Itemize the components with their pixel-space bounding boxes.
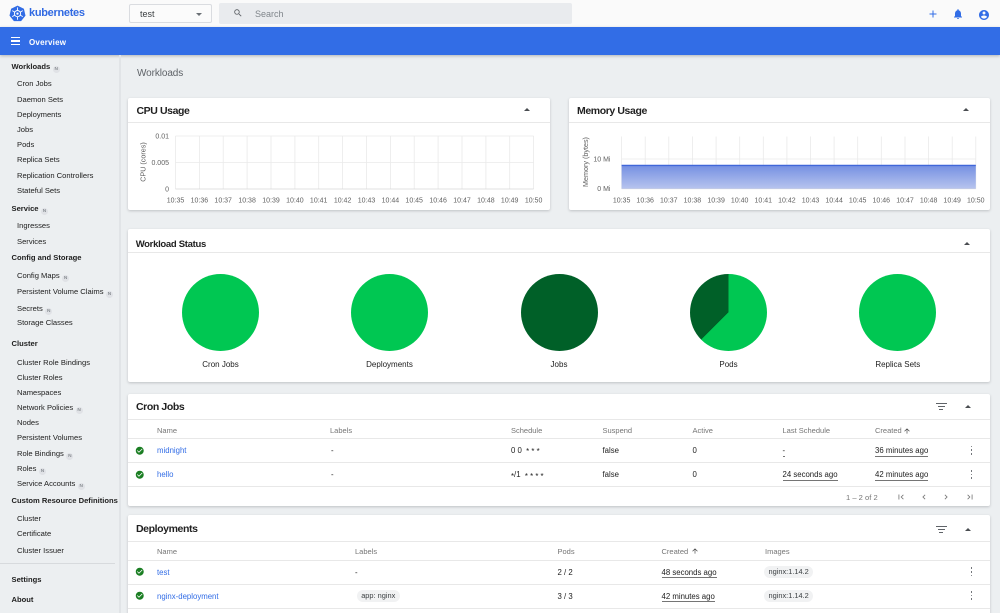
svg-text:10:37: 10:37	[660, 198, 678, 205]
svg-text:10:39: 10:39	[707, 198, 725, 205]
svg-text:10:43: 10:43	[802, 198, 820, 205]
svg-text:10:40: 10:40	[731, 198, 749, 205]
svg-text:10:47: 10:47	[896, 198, 914, 205]
svg-text:10:42: 10:42	[778, 198, 796, 205]
svg-text:10:38: 10:38	[684, 198, 702, 205]
svg-text:0 Mi: 0 Mi	[597, 186, 611, 193]
svg-text:10:50: 10:50	[967, 198, 985, 205]
svg-text:10:45: 10:45	[849, 198, 867, 205]
svg-text:10:44: 10:44	[825, 198, 843, 205]
svg-text:10:36: 10:36	[636, 198, 654, 205]
svg-text:10:49: 10:49	[943, 198, 961, 205]
svg-text:10:48: 10:48	[920, 198, 938, 205]
svg-text:10:35: 10:35	[613, 198, 631, 205]
svg-text:10:46: 10:46	[873, 198, 891, 205]
svg-text:10 Mi: 10 Mi	[593, 156, 611, 163]
svg-text:Memory (bytes): Memory (bytes)	[581, 137, 590, 187]
svg-text:10:41: 10:41	[755, 198, 773, 205]
